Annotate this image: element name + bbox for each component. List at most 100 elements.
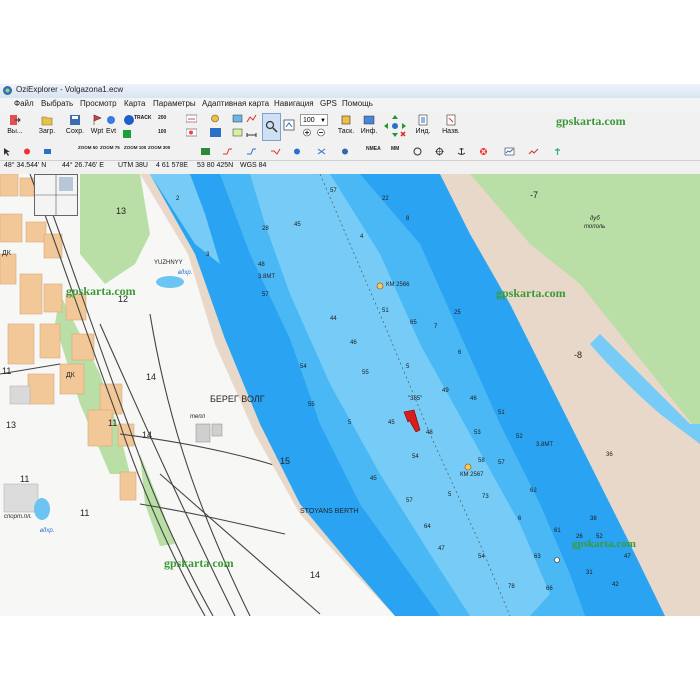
compass-icon[interactable] [412, 147, 423, 156]
zoom-300-button[interactable]: ZOOM 300 [148, 145, 170, 150]
menu-file[interactable]: Файл [14, 99, 34, 108]
depth-sounding: 45 [370, 476, 377, 482]
event-label: Evt [105, 128, 117, 135]
menu-navigation[interactable]: Навигация [274, 99, 314, 108]
depth-sounding: 47 [624, 554, 631, 560]
info-button[interactable]: Инф. [358, 113, 380, 141]
exit-label: Вы... [7, 128, 23, 135]
map-viewport[interactable]: gpskarta.com gpskarta.com gpskarta.com g… [0, 174, 700, 616]
mm-button[interactable]: MM [391, 146, 399, 152]
chevron-down-icon: ▼ [320, 118, 326, 124]
ozi-window: OziExplorer - Volgazona1.ecw Файл Выбрат… [0, 84, 700, 616]
zoom-50-button[interactable]: ZOOM 50 [78, 145, 98, 150]
waypoint-label: Wpt [90, 128, 104, 135]
depth-sounding: 25 [454, 310, 461, 316]
menu-help[interactable]: Помощь [342, 99, 373, 108]
load-button[interactable]: Загр. [34, 113, 60, 141]
zoom-out-icon[interactable] [316, 128, 327, 137]
profile-icon[interactable] [528, 147, 539, 156]
crosshair-icon[interactable] [434, 147, 445, 156]
move-button[interactable]: Таск. [334, 113, 358, 141]
map-sheet-icon[interactable] [186, 114, 197, 123]
menu-adaptive-map[interactable]: Адаптивная карта [202, 99, 269, 108]
depth-sounding: 55 [362, 370, 369, 376]
depth-sounding: 46 [470, 396, 477, 402]
name-button[interactable]: Назв. [440, 113, 462, 141]
waypoint-flag-icon [93, 114, 102, 125]
menu-map[interactable]: Карта [124, 99, 145, 108]
depth-sounding: 66 [546, 586, 553, 592]
depth-sounding: 63 [534, 554, 541, 560]
grid-icon[interactable] [232, 128, 243, 137]
zoom-tool-button[interactable] [262, 113, 281, 141]
pan-tool-button[interactable] [281, 113, 297, 139]
depth-sounding: 55 [308, 402, 315, 408]
moving-map-icon[interactable] [232, 114, 243, 123]
alarm-icon[interactable] [478, 147, 489, 156]
depth-sounding: 31 [586, 570, 593, 576]
gps-download-icon[interactable] [246, 147, 257, 156]
status-bar: 48° 34.544' N 44° 26.746' E UTM 38U 4 61… [0, 161, 700, 175]
depth-sounding: 49 [442, 388, 449, 394]
status-northing: 53 80 425N [197, 162, 234, 169]
app-icon [3, 86, 12, 95]
zoom-100-button[interactable]: ZOOM 100 [124, 145, 146, 150]
gps-upload-icon[interactable] [222, 147, 233, 156]
goto-position-icon[interactable] [210, 114, 221, 123]
depth-sounding: 65 [410, 320, 417, 326]
exit-button[interactable]: Вы... [2, 113, 28, 141]
zoom-level-value: 100 [303, 117, 315, 124]
save-button[interactable]: Сохр. [62, 113, 88, 141]
folder-open-icon [41, 116, 53, 126]
window-title: OziExplorer - Volgazona1.ecw [16, 85, 124, 94]
status-easting: 4 61 578E [156, 162, 188, 169]
route-icon[interactable] [210, 128, 221, 137]
depth-sounding: 52 [516, 434, 523, 440]
measure-icon[interactable] [246, 128, 257, 137]
event-tool-icon[interactable] [42, 147, 53, 156]
zoom-75-button[interactable]: ZOOM 75 [100, 145, 120, 150]
depth-sounding: 57 [498, 460, 505, 466]
zoom-label-2[interactable]: 100 [158, 129, 166, 135]
tool-icon[interactable] [552, 147, 563, 156]
depth-sounding: 5 [406, 364, 410, 370]
depth-sounding: 53 [474, 430, 481, 436]
anchor-icon[interactable] [456, 147, 467, 156]
menu-bar: Файл Выбрать Просмотр Карта Параметры Ад… [0, 98, 700, 112]
zoom-in-icon[interactable] [302, 128, 313, 137]
menu-parameters[interactable]: Параметры [153, 99, 196, 108]
menu-view[interactable]: Просмотр [80, 99, 117, 108]
chart-panel-icon[interactable] [504, 147, 515, 156]
depth-sounding: 7 [434, 324, 438, 330]
track-record-icon [123, 130, 131, 138]
depth-sounding: 64 [424, 524, 431, 530]
depth-sounding: 45 [388, 420, 395, 426]
name-label: Назв. [442, 128, 460, 135]
waypoint-tool-icon[interactable] [22, 147, 33, 156]
waypoint-button[interactable]: Wpt [90, 113, 104, 141]
menu-gps[interactable]: GPS [320, 99, 337, 108]
gps-connect-icon[interactable] [340, 147, 351, 156]
gps-track-icon[interactable] [270, 147, 281, 156]
map-pointer-icon[interactable] [2, 147, 13, 156]
polyline-icon[interactable] [246, 114, 257, 123]
event-icon [107, 116, 115, 124]
gps-route-icon[interactable] [292, 147, 303, 156]
map-select-icon[interactable] [186, 128, 197, 137]
title-bar: OziExplorer - Volgazona1.ecw [0, 84, 700, 99]
track-button[interactable]: TRACK [120, 113, 154, 141]
navigation-pad[interactable] [382, 113, 408, 139]
menu-select[interactable]: Выбрать [41, 99, 73, 108]
depth-sounding: 51 [382, 308, 389, 314]
save-icon [70, 115, 80, 125]
event-button[interactable]: Evt [104, 113, 118, 141]
depth-sounding: 51 [498, 410, 505, 416]
index-button[interactable]: Инд. [412, 113, 434, 141]
name-icon [446, 114, 456, 126]
gps-waypoint-icon[interactable] [200, 147, 211, 156]
zoom-level-select[interactable]: 100 ▼ [300, 114, 328, 126]
gps-setup-icon[interactable] [316, 147, 327, 156]
depth-sounding: 52 [596, 534, 603, 540]
zoom-label-1[interactable]: 200 [158, 115, 166, 121]
nmea-button[interactable]: NMEA [366, 146, 381, 152]
